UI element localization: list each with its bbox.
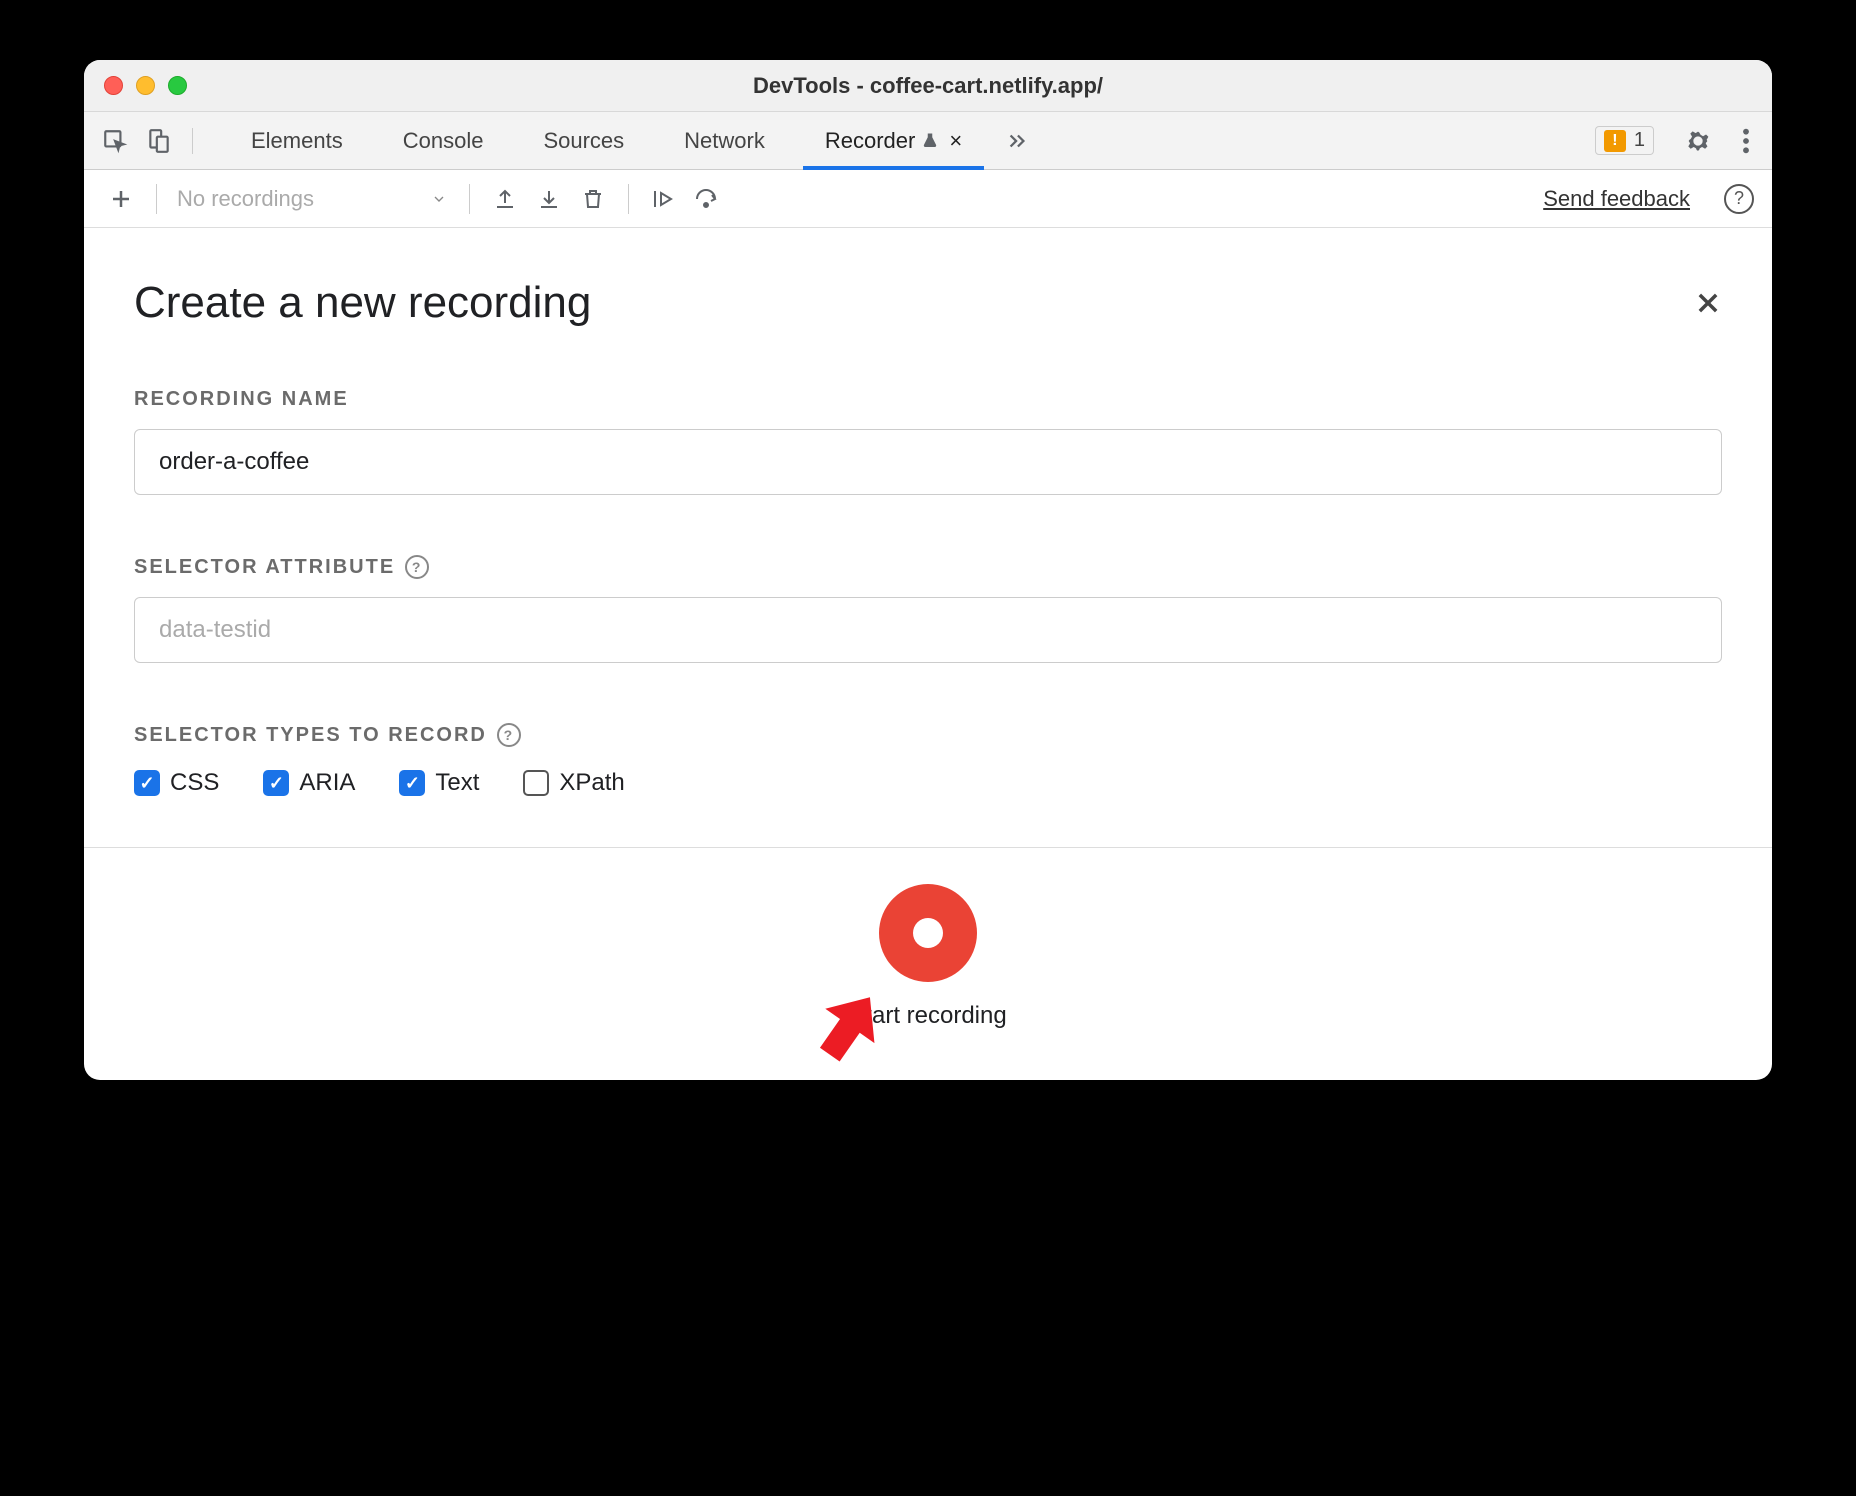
chevron-down-icon [431,191,447,207]
tabs-bar: Elements Console Sources Network Recorde… [84,112,1772,170]
help-icon[interactable]: ? [1724,184,1754,214]
recording-name-field: RECORDING NAME [134,388,1722,495]
replay-button[interactable] [645,180,683,218]
tab-sources[interactable]: Sources [513,112,654,169]
help-icon[interactable]: ? [405,555,429,579]
page-title: Create a new recording [134,278,591,328]
selector-type-xpath[interactable]: XPath [523,769,624,797]
devtools-window: DevTools - coffee-cart.netlify.app/ Elem… [84,60,1772,1080]
start-recording-label: Start recording [849,1002,1006,1030]
checkbox-icon [523,770,549,796]
settings-icon[interactable] [1684,127,1712,155]
inspect-element-icon[interactable] [102,128,128,154]
checkbox-label: CSS [170,769,219,797]
checkbox-icon [263,770,289,796]
warning-icon: ! [1604,130,1626,152]
content-area: Create a new recording RECORDING NAME SE… [84,228,1772,797]
checkbox-label: Text [435,769,479,797]
new-recording-button[interactable] [102,180,140,218]
traffic-lights [104,76,187,95]
import-button[interactable] [530,180,568,218]
recordings-placeholder: No recordings [177,186,314,212]
more-menu-icon[interactable] [1742,127,1750,155]
maximize-window-button[interactable] [168,76,187,95]
recording-name-input[interactable] [134,429,1722,495]
tab-close-icon[interactable]: × [949,128,962,154]
send-feedback-link[interactable]: Send feedback [1543,186,1690,212]
selector-type-aria[interactable]: ARIA [263,769,355,797]
start-recording-button[interactable] [879,884,977,982]
issues-count: 1 [1634,129,1645,152]
tab-console[interactable]: Console [373,112,514,169]
step-button[interactable] [689,180,727,218]
selector-types-field: SELECTOR TYPES TO RECORD ? CSS ARIA Text XP… [134,723,1722,797]
issues-badge[interactable]: ! 1 [1595,126,1654,155]
checkbox-label: XPath [559,769,624,797]
selector-types-label: SELECTOR TYPES TO RECORD [134,724,487,747]
tab-network[interactable]: Network [654,112,795,169]
minimize-window-button[interactable] [136,76,155,95]
close-window-button[interactable] [104,76,123,95]
titlebar: DevTools - coffee-cart.netlify.app/ [84,60,1772,112]
start-recording-area: Start recording [84,848,1772,1080]
recordings-dropdown[interactable]: No recordings [173,186,453,212]
selector-attribute-input[interactable] [134,597,1722,663]
checkbox-icon [399,770,425,796]
recorder-toolbar: No recordings Send feedback ? [84,170,1772,228]
checkbox-label: ARIA [299,769,355,797]
more-tabs-button[interactable] [992,112,1042,169]
selector-type-text[interactable]: Text [399,769,479,797]
selector-attribute-field: SELECTOR ATTRIBUTE ? [134,555,1722,663]
tab-recorder[interactable]: Recorder × [795,112,992,169]
close-panel-button[interactable] [1694,289,1722,317]
export-button[interactable] [486,180,524,218]
selector-attribute-label: SELECTOR ATTRIBUTE [134,556,395,579]
record-icon [913,918,943,948]
beaker-icon [921,132,939,150]
delete-button[interactable] [574,180,612,218]
device-toolbar-icon[interactable] [146,128,172,154]
checkbox-icon [134,770,160,796]
selector-type-css[interactable]: CSS [134,769,219,797]
tab-elements[interactable]: Elements [221,112,373,169]
recording-name-label: RECORDING NAME [134,388,1722,411]
window-title: DevTools - coffee-cart.netlify.app/ [753,73,1103,99]
help-icon[interactable]: ? [497,723,521,747]
